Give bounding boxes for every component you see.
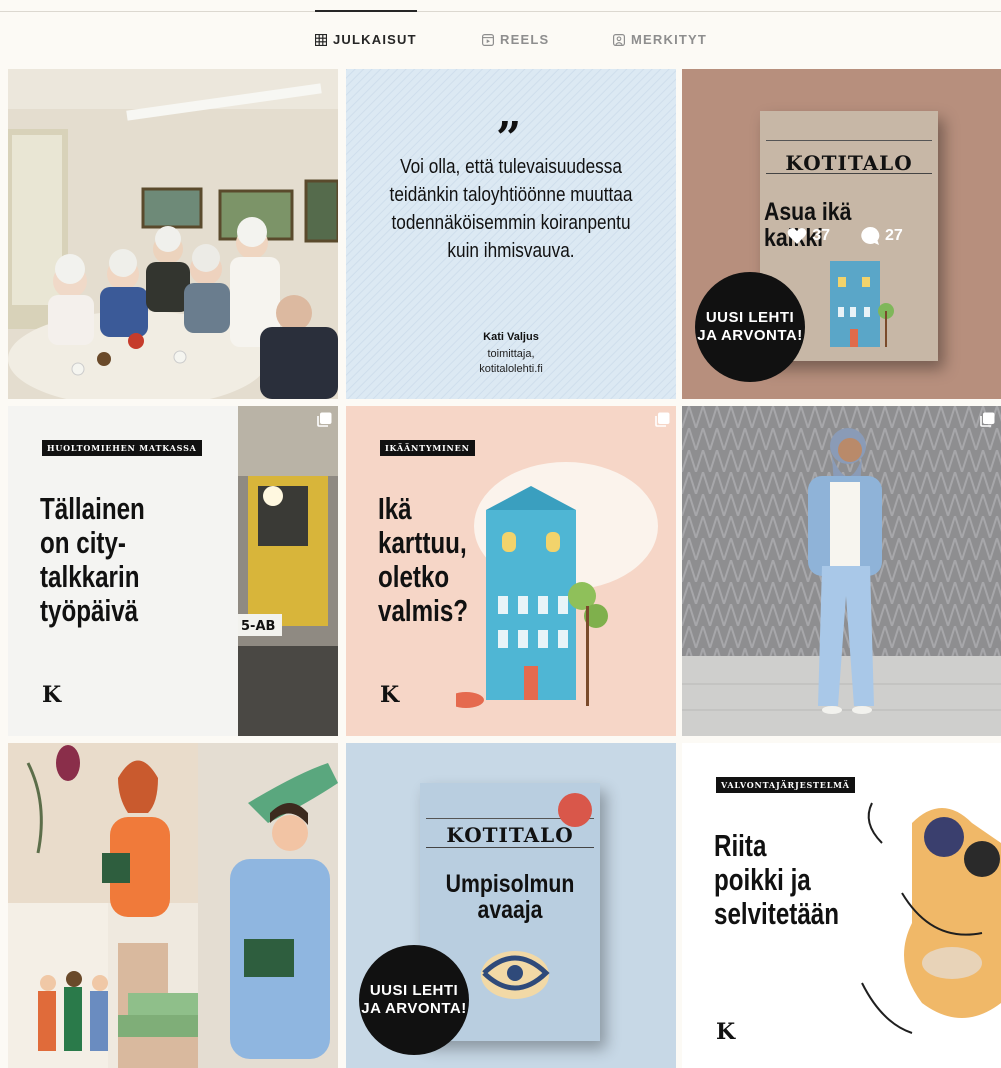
comment-icon xyxy=(861,226,880,245)
post-kicker: HUOLTOMIEHEN MATKASSA xyxy=(42,440,202,456)
carousel-icon xyxy=(655,412,670,427)
cover-rule xyxy=(766,173,932,174)
heart-icon xyxy=(787,228,807,244)
post-magazine-cover-2[interactable]: KOTITALO Umpisolmun avaaja UUSI LEHTI JA… xyxy=(346,743,676,1068)
carousel-icon xyxy=(317,412,332,427)
new-issue-badge: UUSI LEHTI JA ARVONTA! xyxy=(695,272,805,382)
post-ikaantyminen[interactable]: IKÄÄNTYMINEN Ikä karttuu, oletko valmis?… xyxy=(346,406,676,736)
photo-image xyxy=(682,406,1001,736)
cover-rule xyxy=(426,847,594,848)
cover-sticker xyxy=(558,793,592,827)
quote-author: Kati Valjus xyxy=(483,331,539,343)
quote-line: kuin ihmisvauva. xyxy=(447,240,575,262)
knot-illustration xyxy=(481,951,550,999)
post-riita[interactable]: VALVONTAJÄRJESTELMÄ Riita poikki ja selv… xyxy=(682,743,1001,1068)
building-illustration xyxy=(830,261,894,347)
post-talkkari[interactable]: 5-AB HUOLTOMIEHEN MATKASSA Tällainen on … xyxy=(8,406,338,736)
post-headline: Ikä karttuu, oletko valmis? xyxy=(378,492,468,628)
tab-label: REELS xyxy=(500,32,550,47)
badge-line: JA ARVONTA! xyxy=(361,1000,467,1017)
post-kicker: IKÄÄNTYMINEN xyxy=(380,440,475,456)
grid-icon xyxy=(315,33,327,46)
headline-line: karttuu, xyxy=(378,525,467,560)
headline-line: avaaja xyxy=(477,896,543,924)
tab-julkaisut[interactable]: JULKAISUT xyxy=(315,10,417,68)
role-line: kotitalolehti.fi xyxy=(479,363,543,375)
quote-line: Voi olla, että tulevaisuudessa xyxy=(400,156,622,178)
tab-label: MERKITYT xyxy=(631,32,708,47)
license-plate: 5-AB xyxy=(241,619,275,634)
post-kicker: VALVONTAJÄRJESTELMÄ xyxy=(716,777,855,793)
comments-count: 27 xyxy=(885,227,903,244)
headline-line: valmis? xyxy=(378,593,469,628)
cover-top-strip xyxy=(766,117,932,141)
photo-image xyxy=(8,69,338,399)
quote-role: toimittaja, kotitalolehti.fi xyxy=(436,347,586,377)
post-quote[interactable]: ” Voi olla, että tulevaisuudessa teidänk… xyxy=(346,69,676,399)
headline-line: poikki ja xyxy=(714,862,811,897)
headline-line: työpäivä xyxy=(40,593,139,628)
headline-line: talkkarin xyxy=(40,559,140,594)
reels-icon xyxy=(482,33,494,46)
new-issue-badge: UUSI LEHTI JA ARVONTA! xyxy=(359,945,469,1055)
badge-line: UUSI LEHTI xyxy=(369,982,459,999)
tagged-icon xyxy=(613,33,625,46)
quote-text: Voi olla, että tulevaisuudessa teidänkin… xyxy=(386,153,635,265)
likes-stat: 37 xyxy=(787,222,830,250)
tab-merkityt[interactable]: MERKITYT xyxy=(613,11,707,68)
office-illustration xyxy=(8,743,338,1068)
post-headline: Tällainen on city- talkkarin työpäivä xyxy=(40,492,145,628)
post-hover-stats: 37 27 xyxy=(680,222,1001,250)
headline-line: Riita xyxy=(714,828,767,863)
aging-building-illustration xyxy=(456,462,658,708)
headline-line: on city- xyxy=(40,525,126,560)
embrace-illustration xyxy=(861,802,1001,1034)
role-line: toimittaja, xyxy=(487,348,535,360)
comments-stat: 27 xyxy=(860,222,903,250)
kotitalo-logo: K xyxy=(42,682,62,708)
badge-line: UUSI LEHTI xyxy=(705,309,795,326)
headline-line: Tällainen xyxy=(40,491,145,526)
badge-line: JA ARVONTA! xyxy=(697,327,803,344)
quote-line: todennäköisemmin koiranpentu xyxy=(391,212,631,234)
post-illustration-office[interactable] xyxy=(8,743,338,1068)
kotitalo-logo: K xyxy=(380,682,400,708)
headline-line: selvitetään xyxy=(714,896,840,931)
headline-line: Ikä xyxy=(378,491,412,526)
tab-label: JULKAISUT xyxy=(333,32,417,47)
quote-line: teidänkin taloyhtiöönne muuttaa xyxy=(389,184,633,206)
magazine-masthead: KOTITALO xyxy=(785,151,913,175)
magazine-headline: Umpisolmun avaaja xyxy=(442,871,578,923)
tab-reels[interactable]: REELS xyxy=(482,11,549,68)
carousel-icon xyxy=(980,412,995,427)
likes-count: 37 xyxy=(812,227,830,244)
kotitalo-logo: K xyxy=(716,1019,736,1045)
post-photo-elderly-group[interactable] xyxy=(8,69,338,399)
headline-line: Umpisolmun xyxy=(445,870,575,898)
headline-line: oletko xyxy=(378,559,450,594)
tractor-photo: 5-AB xyxy=(238,406,338,736)
post-headline: Riita poikki ja selvitetään xyxy=(714,829,839,931)
profile-tabs: JULKAISUT REELS MERKITYT xyxy=(0,0,1001,68)
post-photo-woman[interactable] xyxy=(682,406,1001,736)
